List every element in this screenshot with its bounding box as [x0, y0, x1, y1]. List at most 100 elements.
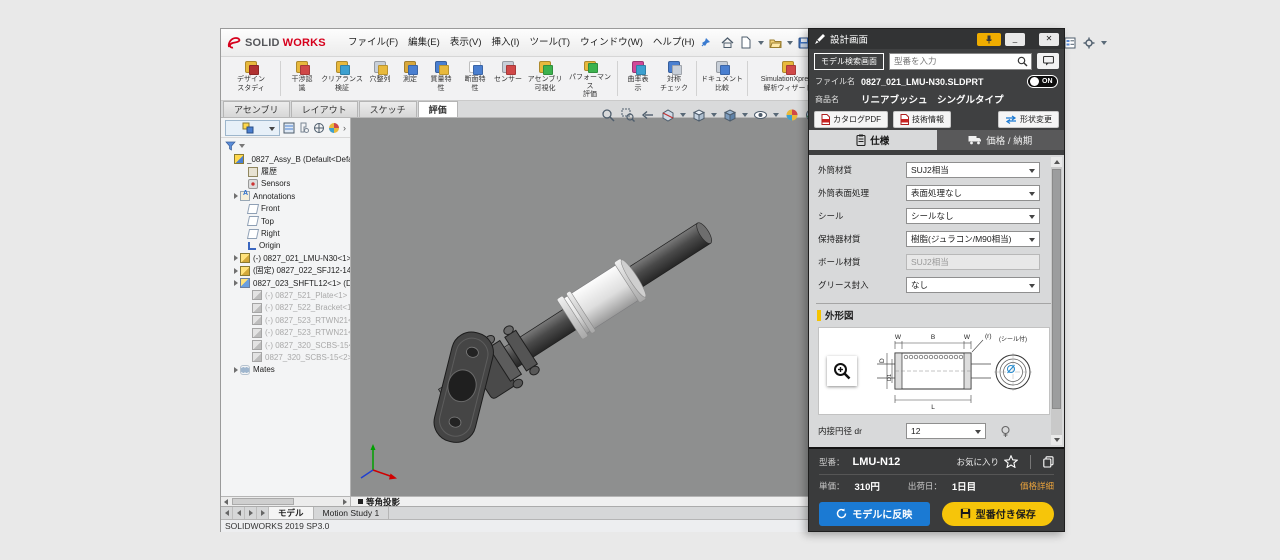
design-study-button[interactable]: デザイン スタディ: [225, 57, 277, 100]
tab-assembly[interactable]: アセンブリ: [223, 101, 290, 117]
drawing-zoom-button[interactable]: [827, 356, 857, 386]
price-detail-link[interactable]: 価格詳細: [1020, 480, 1054, 492]
sensor-button[interactable]: センサー: [492, 57, 524, 100]
curvature-display-button[interactable]: 曲率表 示: [621, 57, 655, 100]
tree-item-part-shftl12[interactable]: 0827_023_SHFTL12<1> (Default<[: [221, 277, 350, 289]
propertymanager-tab-icon[interactable]: [283, 120, 295, 135]
hide-show-dropdown-icon[interactable]: [773, 113, 779, 117]
interference-detection-button[interactable]: 干渉認 識: [284, 57, 320, 100]
pin-button[interactable]: [977, 33, 1001, 46]
tab-evaluate[interactable]: 評価: [418, 101, 458, 117]
scrollbar-thumb[interactable]: [1052, 169, 1061, 409]
outer-material-select[interactable]: SUJ2相当: [906, 162, 1040, 178]
favorite-star-icon[interactable]: [1004, 455, 1018, 468]
scrollbar-thumb[interactable]: [232, 498, 294, 505]
feedback-button[interactable]: [1037, 53, 1059, 69]
save-with-part-number-button[interactable]: 型番付き保存: [942, 502, 1054, 526]
menu-help[interactable]: ヘルプ(H): [648, 30, 700, 56]
assembly-visualization-button[interactable]: アセンブリ 可視化: [524, 57, 566, 100]
tab-layout[interactable]: レイアウト: [291, 101, 358, 117]
menu-tools[interactable]: ツール(T): [524, 30, 575, 56]
tree-horizontal-scrollbar[interactable]: [221, 497, 351, 506]
section-view-icon[interactable]: [659, 107, 676, 124]
tab-model[interactable]: モデル: [269, 507, 314, 519]
menu-insert[interactable]: 挿入(I): [486, 30, 524, 56]
apply-to-model-button[interactable]: モデルに反映: [819, 502, 930, 526]
menu-edit[interactable]: 編集(E): [403, 30, 445, 56]
tree-item-part-lmu-n30[interactable]: (-) 0827_021_LMU-N30<1> (Defau: [221, 252, 350, 264]
scroll-left-icon[interactable]: [221, 497, 231, 506]
surface-treatment-select[interactable]: 表面処理なし: [906, 185, 1040, 201]
search-icon[interactable]: [1017, 56, 1028, 67]
tree-item-history[interactable]: 履歴: [221, 165, 350, 177]
home-icon[interactable]: [719, 34, 736, 51]
tab-first-icon[interactable]: [221, 507, 233, 519]
tech-info-button[interactable]: 技術情報: [893, 111, 951, 128]
tree-item-mates[interactable]: Mates: [221, 364, 350, 376]
tab-sketch[interactable]: スケッチ: [359, 101, 417, 117]
symmetry-check-button[interactable]: 対称 チェック: [655, 57, 693, 100]
copy-icon[interactable]: [1043, 456, 1054, 468]
expand-chevron-icon[interactable]: ›: [343, 123, 346, 133]
tree-item-annotations[interactable]: Annotations: [221, 190, 350, 202]
open-icon[interactable]: [767, 34, 784, 51]
tree-item-part-scbs15-1[interactable]: (-) 0827_320_SCBS-15<1> (Default: [221, 339, 350, 351]
menu-view[interactable]: 表示(V): [445, 30, 487, 56]
tree-item-part-plate[interactable]: (-) 0827_521_Plate<1> (Default): [221, 289, 350, 301]
tab-last-icon[interactable]: [257, 507, 269, 519]
zoom-area-icon[interactable]: [619, 107, 636, 124]
options-gear-icon[interactable]: [1081, 34, 1098, 51]
display-style-dropdown-icon[interactable]: [742, 113, 748, 117]
tree-item-right-plane[interactable]: Right: [221, 227, 350, 239]
hole-alignment-button[interactable]: 穴整列: [364, 57, 396, 100]
menu-file[interactable]: ファイル(F): [343, 30, 403, 56]
measure-button[interactable]: 測定: [396, 57, 424, 100]
display-style-icon[interactable]: [721, 107, 738, 124]
tree-item-origin[interactable]: Origin: [221, 240, 350, 252]
edit-appearance-icon[interactable]: [783, 107, 800, 124]
tree-item-part-rtwn21-1[interactable]: (-) 0827_523_RTWN21<1> (Default: [221, 314, 350, 326]
scroll-right-icon[interactable]: [340, 497, 350, 506]
tab-specification[interactable]: 仕様: [809, 130, 937, 150]
mass-properties-button[interactable]: 質量特 性: [424, 57, 458, 100]
model-link-toggle[interactable]: ON: [1027, 75, 1058, 88]
tab-next-icon[interactable]: [245, 507, 257, 519]
tree-filter[interactable]: [221, 138, 350, 153]
displaymanager-tab-icon[interactable]: [328, 120, 340, 135]
view-orientation-icon[interactable]: [690, 107, 707, 124]
tree-item-part-sfj12[interactable]: (固定) 0827_022_SFJ12-140<1> (D: [221, 265, 350, 277]
scroll-up-icon[interactable]: [1051, 157, 1062, 167]
retainer-material-select[interactable]: 樹脂(ジュラコン/M90相当): [906, 231, 1040, 247]
tree-item-part-scbs15-2[interactable]: 0827_320_SCBS-15<2> (Default): [221, 351, 350, 363]
catalog-pdf-button[interactable]: カタログPDF: [814, 111, 888, 128]
new-document-icon[interactable]: [738, 34, 755, 51]
performance-evaluation-button[interactable]: パフォーマンス 評価: [566, 57, 614, 100]
featuremanager-tab-icon[interactable]: [225, 120, 280, 136]
dimxpert-tab-icon[interactable]: [313, 120, 325, 135]
tree-item-top-plane[interactable]: Top: [221, 215, 350, 227]
new-dropdown-icon[interactable]: [758, 41, 764, 45]
view-orientation-dropdown-icon[interactable]: [711, 113, 717, 117]
inner-diameter-select[interactable]: 12: [906, 423, 986, 439]
tab-price-delivery[interactable]: 価格 / 納期: [937, 130, 1065, 150]
menu-window[interactable]: ウィンドウ(W): [575, 30, 648, 56]
options-dropdown-icon[interactable]: [1101, 41, 1107, 45]
section-properties-button[interactable]: 断面特 性: [458, 57, 492, 100]
grease-select[interactable]: なし: [906, 277, 1040, 293]
seal-select[interactable]: シールなし: [906, 208, 1040, 224]
tree-item-part-rtwn21-2[interactable]: (-) 0827_523_RTWN21<2> (Default: [221, 326, 350, 338]
tree-item-assembly-root[interactable]: _0827_Assy_B (Default<Default_Displa: [221, 153, 350, 165]
open-dropdown-icon[interactable]: [787, 41, 793, 45]
tree-item-sensors[interactable]: Sensors: [221, 178, 350, 190]
menu-pushpin-icon[interactable]: [700, 34, 711, 51]
tree-item-part-bracket[interactable]: (-) 0827_522_Bracket<1> (Default): [221, 302, 350, 314]
shape-change-button[interactable]: 形状変更: [998, 111, 1059, 128]
compare-documents-button[interactable]: ドキュメント 比較: [700, 57, 744, 100]
tab-prev-icon[interactable]: [233, 507, 245, 519]
configurationmanager-tab-icon[interactable]: [298, 120, 310, 135]
previous-view-icon[interactable]: [639, 107, 656, 124]
close-button[interactable]: ✕: [1039, 33, 1059, 46]
zoom-fit-icon[interactable]: [599, 107, 616, 124]
panel-scrollbar[interactable]: [1051, 157, 1062, 445]
clearance-verification-button[interactable]: クリアランス 検証: [320, 57, 364, 100]
